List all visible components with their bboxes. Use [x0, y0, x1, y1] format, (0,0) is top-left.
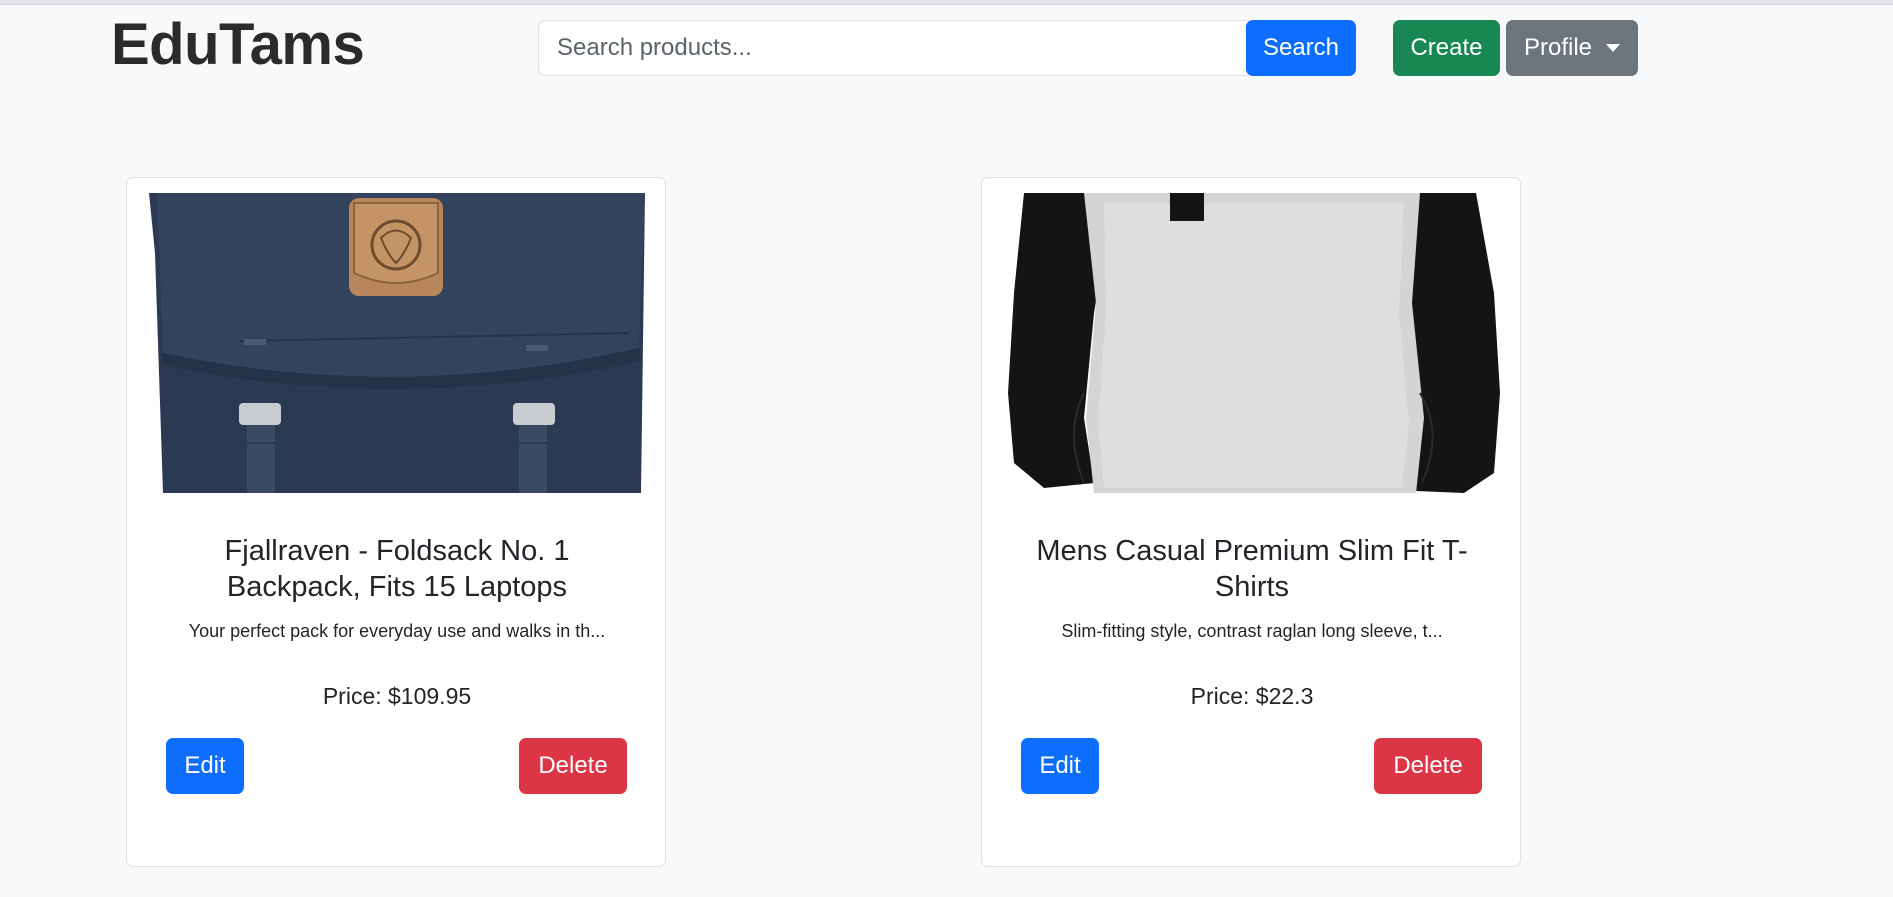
edit-button[interactable]: Edit: [1021, 738, 1099, 794]
profile-label: Profile: [1523, 34, 1593, 61]
profile-dropdown-button[interactable]: Profile: [1506, 20, 1638, 76]
product-price: Price: $109.95: [322, 683, 472, 709]
brand-logo[interactable]: EduTams: [111, 10, 365, 80]
delete-button[interactable]: Delete: [519, 738, 627, 794]
search-form: Search: [538, 20, 1356, 76]
backpack-image: [149, 193, 645, 493]
top-border: [0, 0, 1893, 5]
product-price: Price: $22.3: [1190, 683, 1314, 709]
product-description: Slim-fitting style, contrast raglan long…: [1061, 621, 1443, 641]
chevron-down-icon: [1606, 44, 1621, 52]
edit-button[interactable]: Edit: [166, 738, 244, 794]
product-title: Mens Casual Premium Slim Fit T-Shirts: [1036, 535, 1468, 603]
product-title: Fjallraven - Foldsack No. 1 Backpack, Fi…: [224, 535, 570, 603]
tshirt-image: [1004, 193, 1500, 493]
product-description: Your perfect pack for everyday use and w…: [188, 621, 606, 641]
product-card: Fjallraven - Foldsack No. 1 Backpack, Fi…: [126, 177, 666, 867]
search-button[interactable]: Search: [1246, 20, 1356, 76]
product-card: Mens Casual Premium Slim Fit T-Shirts Sl…: [981, 177, 1521, 867]
search-input[interactable]: [538, 20, 1248, 76]
delete-button[interactable]: Delete: [1374, 738, 1482, 794]
create-button[interactable]: Create: [1393, 20, 1500, 76]
